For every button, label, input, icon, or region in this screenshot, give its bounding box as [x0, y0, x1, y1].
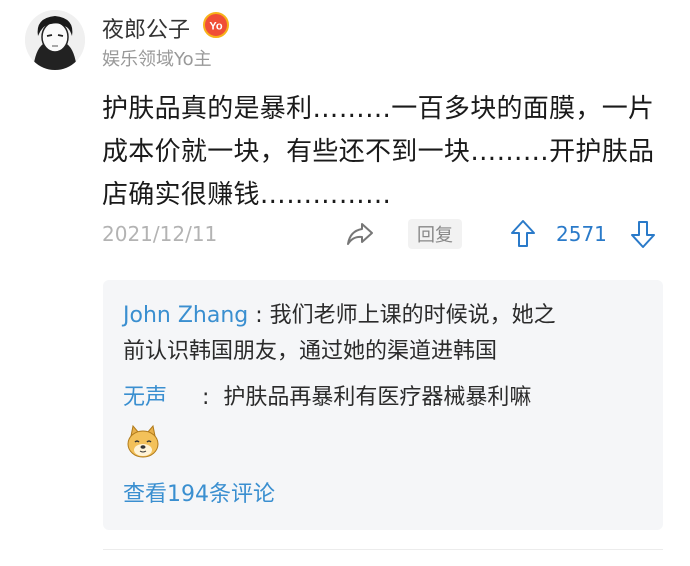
post-line: 护肤品真的是暴利………一百多块的面膜，一片 — [102, 94, 655, 124]
doge-emoji-icon — [125, 424, 161, 460]
reply-line: 前认识韩国朋友，通过她的渠道进韩国 — [123, 339, 498, 364]
reply-author[interactable]: John Zhang — [123, 303, 248, 328]
yo-badge-icon: Yo — [203, 12, 229, 38]
reply-text: 我们老师上课的时候说，她之 — [269, 303, 556, 328]
replies-box: John Zhang : 我们老师上课的时候说，她之 前认识韩国朋友，通过她的渠… — [103, 280, 663, 530]
divider — [103, 549, 663, 550]
post-line: 店确实很赚钱…………… — [102, 180, 392, 210]
reply-line: 无声 : 护肤品再暴利有医疗器械暴利嘛 — [123, 380, 643, 416]
avatar-portrait-icon — [25, 10, 85, 70]
downvote-icon[interactable] — [630, 219, 656, 249]
post-text: 护肤品真的是暴利………一百多块的面膜，一片 成本价就一块，有些还不到一块………开… — [102, 88, 662, 217]
reply-button[interactable]: 回复 — [408, 219, 462, 249]
reply-author[interactable]: 无声 — [123, 385, 167, 410]
share-icon[interactable] — [345, 220, 375, 248]
reply-text: 护肤品再暴利有医疗器械暴利嘛 — [223, 385, 532, 410]
upvote-icon[interactable] — [510, 219, 536, 249]
reply-line: John Zhang : 我们老师上课的时候说，她之 — [123, 298, 643, 334]
reply-separator: : — [167, 385, 224, 410]
reply-separator: : — [248, 303, 270, 328]
view-more-comments-link[interactable]: 查看194条评论 — [123, 476, 275, 508]
vote-count: 2571 — [556, 222, 607, 246]
reply-item[interactable]: John Zhang : 我们老师上课的时候说，她之 前认识韩国朋友，通过她的渠… — [123, 298, 643, 370]
post-date: 2021/12/11 — [102, 222, 218, 246]
user-tag: 娱乐领域Yo主 — [102, 49, 212, 70]
username[interactable]: 夜郎公子 — [102, 12, 190, 44]
reply-item[interactable]: 无声 : 护肤品再暴利有医疗器械暴利嘛 — [123, 380, 643, 416]
avatar[interactable] — [25, 10, 85, 70]
yo-badge-text: Yo — [209, 21, 223, 33]
post-line: 成本价就一块，有些还不到一块………开护肤品 — [102, 137, 655, 167]
